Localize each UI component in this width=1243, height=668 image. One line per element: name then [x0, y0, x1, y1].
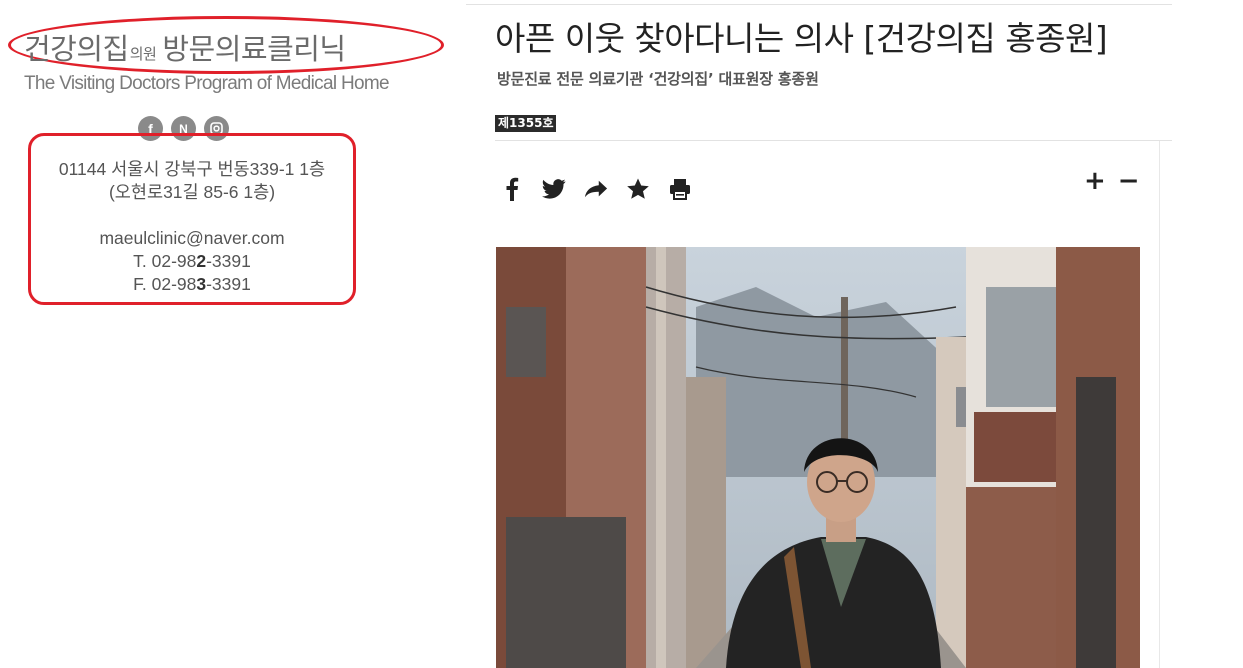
logo-name: 건강의집: [24, 32, 129, 66]
site-logo-link[interactable]: 건강의집의원 방문의료클리닉: [8, 12, 446, 74]
article-photo: [496, 247, 1140, 668]
share-toolbar: [500, 176, 692, 202]
address-line: 01144 서울시 강북구 번동339-1 1층: [58, 159, 326, 179]
header-divider: [495, 140, 1172, 141]
article-subhead: 방문진료 전문 의료기관 ‘건강의집’ 대표원장 홍종원: [497, 70, 819, 88]
font-decrease-button[interactable]: −: [1118, 168, 1140, 194]
email-link[interactable]: maeulclinic@naver.com: [32, 227, 352, 250]
share-icon[interactable]: [584, 176, 608, 202]
bookmark-star-icon[interactable]: [626, 176, 650, 202]
phone-line: T. 02-982-3391: [133, 251, 251, 271]
top-divider: [466, 4, 1172, 5]
column-divider: [1159, 141, 1160, 668]
site-tagline: The Visiting Doctors Program of Medical …: [24, 73, 390, 94]
logo-suffix: 의원: [129, 45, 157, 63]
issue-badge[interactable]: 제1355호: [495, 115, 557, 132]
print-icon[interactable]: [668, 176, 692, 202]
site-logo: 건강의집의원 방문의료클리닉: [24, 26, 346, 68]
article-headline: 아픈 이웃 찾아다니는 의사 [건강의집 홍종원]: [495, 19, 1108, 58]
twitter-icon[interactable]: [542, 176, 566, 202]
address-road-line: (오현로31길 85-6 1층): [108, 182, 276, 202]
contact-info: 01144 서울시 강북구 번동339-1 1층 (오현로31길 85-6 1층…: [32, 158, 352, 296]
fax-line: F. 02-983-3391: [133, 274, 251, 294]
font-size-controls: + −: [1084, 168, 1140, 194]
alley-portrait-image: [496, 247, 1140, 668]
font-increase-button[interactable]: +: [1084, 168, 1106, 194]
logo-clinic: 방문의료클리닉: [162, 32, 346, 66]
facebook-icon[interactable]: [500, 176, 524, 202]
